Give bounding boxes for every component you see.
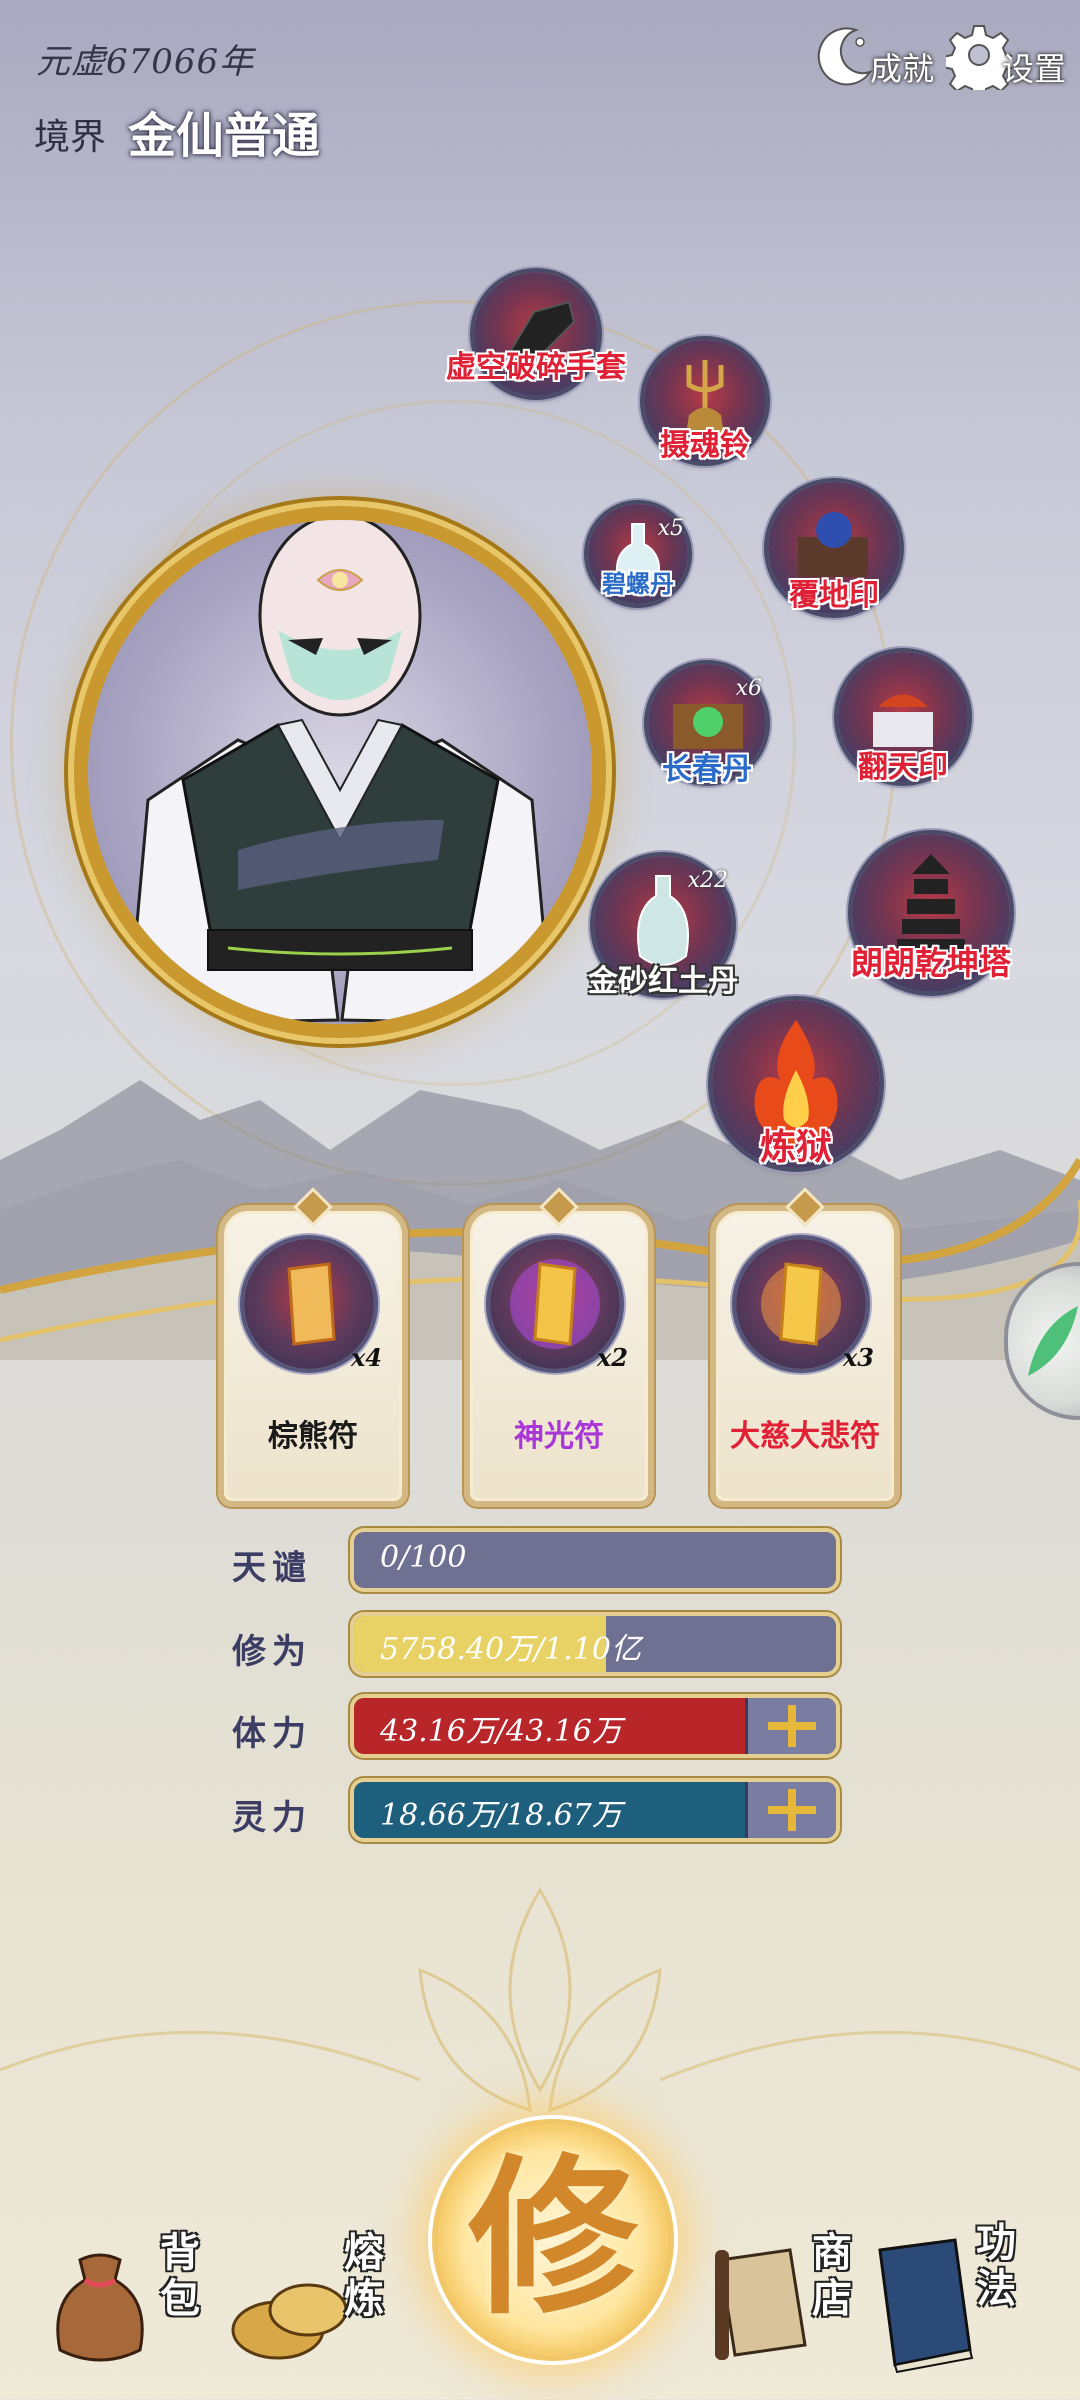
nav-smelt[interactable]: 熔炼 — [228, 2220, 398, 2380]
settings-label: 设置 — [1002, 50, 1067, 88]
talisman-card-divine-light[interactable]: x2 神光符 — [464, 1205, 654, 1507]
talisman-name: 神光符 — [514, 1419, 604, 1454]
stat-value: 0/100 — [380, 1540, 467, 1575]
talisman-count: x3 — [842, 1343, 874, 1372]
character-portrait[interactable] — [88, 520, 592, 1024]
item-name: 炼狱 — [759, 1126, 833, 1168]
talisman-count: x4 — [350, 1343, 382, 1372]
cloth-bag-icon — [56, 2253, 144, 2362]
item-earth-seal[interactable]: 覆地印 — [768, 482, 900, 614]
item-name: 虚空破碎手套 — [446, 350, 626, 385]
realm-value: 金仙普通 — [128, 108, 321, 164]
item-golden-sand-pill[interactable]: x22 金砂红土丹 — [588, 856, 738, 999]
item-biluo-pill[interactable]: x5 碧螺丹 — [588, 504, 688, 604]
settings-button[interactable]: 设置 — [946, 12, 1066, 90]
stat-bar-heavenly-punishment: 0/100 — [354, 1532, 836, 1588]
item-name: 翻天印 — [858, 750, 948, 785]
item-count: x22 — [687, 868, 728, 893]
stat-value: 5758.40万/1.10亿 — [380, 1632, 641, 1667]
talisman-card-mercy[interactable]: x3 大慈大悲符 — [710, 1205, 900, 1507]
book-icon — [878, 2238, 974, 2374]
stat-label-cultivation: 修为 — [232, 1632, 312, 1672]
talisman-card-bear[interactable]: x4 棕熊符 — [218, 1205, 408, 1507]
spirit-add-button[interactable] — [745, 1782, 836, 1838]
item-count: x6 — [735, 676, 762, 701]
stat-label-spirit: 灵力 — [232, 1798, 312, 1838]
stat-bar-spirit: 18.66万/18.67万 — [354, 1782, 836, 1838]
talisman-name: 棕熊符 — [268, 1419, 358, 1454]
stat-bar-stamina: 43.16万/43.16万 — [354, 1698, 836, 1754]
stat-label-stamina: 体力 — [232, 1714, 312, 1754]
cultivate-glyph: 修 — [467, 2138, 638, 2338]
nav-skills[interactable]: 功法 — [860, 2220, 1060, 2380]
talisman-count: x2 — [596, 1343, 628, 1372]
side-feather-button[interactable] — [1004, 1262, 1080, 1420]
item-name: 长春丹 — [662, 752, 752, 787]
plus-icon — [768, 1705, 816, 1747]
stamina-add-button[interactable] — [745, 1698, 836, 1754]
map-scroll-icon — [715, 2248, 807, 2360]
item-qiankun-tower[interactable]: 朗朗乾坤塔 — [850, 834, 1012, 992]
item-name: 碧螺丹 — [602, 569, 674, 598]
nav-shop-label: 商店 — [812, 2229, 852, 2322]
plus-icon — [768, 1789, 816, 1831]
item-changchun-pill[interactable]: x6 长春丹 — [648, 664, 766, 787]
green-feather-icon — [1028, 1306, 1078, 1376]
realm-label: 境界 — [34, 117, 107, 158]
cultivate-button[interactable]: 修 — [438, 2125, 668, 2355]
stat-value: 43.16万/43.16万 — [380, 1714, 622, 1749]
nav-smelt-label: 熔炼 — [344, 2229, 384, 2322]
stat-label-heavenly-punishment: 天谴 — [232, 1548, 312, 1588]
nav-shop[interactable]: 商店 — [700, 2220, 870, 2380]
nav-bag-label: 背包 — [160, 2229, 200, 2322]
item-purgatory[interactable]: 炼狱 — [712, 1000, 880, 1168]
nav-skills-label: 功法 — [976, 2219, 1016, 2312]
talisman-name: 大慈大悲符 — [730, 1419, 880, 1454]
achievements-button[interactable]: 成就 — [810, 12, 934, 90]
stat-value: 18.66万/18.67万 — [380, 1798, 622, 1833]
nav-bag[interactable]: 背包 — [40, 2220, 210, 2380]
item-name: 覆地印 — [789, 578, 879, 613]
item-void-gloves[interactable]: 虚空破碎手套 — [446, 272, 626, 396]
item-soul-bell[interactable]: 摄魂铃 — [644, 340, 766, 463]
item-name: 朗朗乾坤塔 — [850, 944, 1012, 982]
item-count: x5 — [657, 516, 684, 541]
item-name: 摄魂铃 — [660, 428, 750, 463]
item-heaven-seal[interactable]: 翻天印 — [838, 652, 968, 785]
gold-ingots-icon — [231, 2283, 348, 2360]
era-year: 元虚67066年 — [36, 42, 255, 82]
achievements-label: 成就 — [870, 50, 935, 88]
stat-bar-cultivation: 5758.40万/1.10亿 — [354, 1616, 836, 1672]
masked-cultivator-avatar — [126, 520, 554, 1024]
item-name: 金砂红土丹 — [588, 964, 738, 999]
